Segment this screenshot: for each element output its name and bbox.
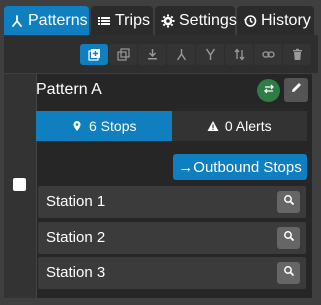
- list-item[interactable]: Station 3: [38, 257, 306, 289]
- merge-icon: [175, 48, 188, 61]
- station-name: Station 1: [46, 193, 106, 210]
- edit-pattern-button[interactable]: [284, 78, 308, 102]
- pattern-toolbar: [80, 44, 311, 65]
- pencil-icon: [290, 81, 303, 99]
- duplicate-button[interactable]: [109, 44, 137, 65]
- tab-alerts[interactable]: 0 Alerts: [171, 111, 307, 141]
- duplicate-icon: [116, 48, 130, 61]
- gear-icon: [161, 14, 175, 28]
- history-icon: [243, 14, 257, 28]
- zoom-to-stop-button[interactable]: [277, 227, 300, 249]
- pattern-subtabs: 6 Stops 0 Alerts: [36, 111, 307, 141]
- zoom-to-stop-button[interactable]: [277, 262, 300, 284]
- tab-label: Trips: [115, 11, 150, 29]
- station-name: Station 2: [46, 229, 106, 246]
- outbound-stops-button[interactable]: →Outbound Stops: [173, 154, 307, 180]
- search-icon: [283, 229, 295, 247]
- fork-icon: [10, 14, 24, 28]
- reverse-icon: [233, 48, 246, 61]
- search-icon: [283, 193, 295, 211]
- pattern-title[interactable]: Pattern A: [36, 80, 102, 100]
- trash-icon: [291, 48, 304, 61]
- add-pattern-button[interactable]: [80, 44, 108, 65]
- station-name: Station 3: [46, 264, 106, 281]
- split-icon: [204, 48, 217, 61]
- pattern-checkbox[interactable]: [13, 178, 26, 191]
- tab-settings[interactable]: Settings: [155, 6, 237, 35]
- map-marker-icon: [71, 120, 83, 132]
- main-tabs: Patterns Trips Settings History: [4, 6, 314, 35]
- list-item[interactable]: Station 2: [38, 222, 306, 254]
- tab-label: Patterns: [28, 11, 88, 29]
- warning-icon: [207, 120, 219, 132]
- stops-tab-label: 6 Stops: [89, 118, 137, 134]
- reverse-button[interactable]: [225, 44, 253, 65]
- merge-button[interactable]: [167, 44, 195, 65]
- toolbar-panel: [4, 35, 318, 73]
- add-pattern-icon: [87, 48, 101, 61]
- list-icon: [97, 14, 111, 28]
- swap-icon: [263, 82, 275, 100]
- list-item[interactable]: Station 1: [38, 186, 306, 218]
- download-icon: [146, 48, 159, 61]
- tab-patterns[interactable]: Patterns: [4, 6, 89, 35]
- tab-label: History: [261, 11, 311, 29]
- link-icon: [261, 48, 275, 61]
- search-icon: [283, 264, 295, 282]
- tab-label: Settings: [179, 11, 237, 29]
- link-button[interactable]: [254, 44, 282, 65]
- zoom-to-stop-button[interactable]: [277, 191, 300, 213]
- alerts-tab-label: 0 Alerts: [224, 118, 272, 134]
- reverse-direction-button[interactable]: [257, 79, 280, 102]
- split-button[interactable]: [196, 44, 224, 65]
- tab-trips[interactable]: Trips: [91, 6, 153, 35]
- app-root: Patterns Trips Settings History Pattern …: [0, 0, 321, 305]
- tab-stops[interactable]: 6 Stops: [36, 111, 172, 141]
- delete-button[interactable]: [283, 44, 311, 65]
- download-button[interactable]: [138, 44, 166, 65]
- tab-history[interactable]: History: [237, 6, 314, 35]
